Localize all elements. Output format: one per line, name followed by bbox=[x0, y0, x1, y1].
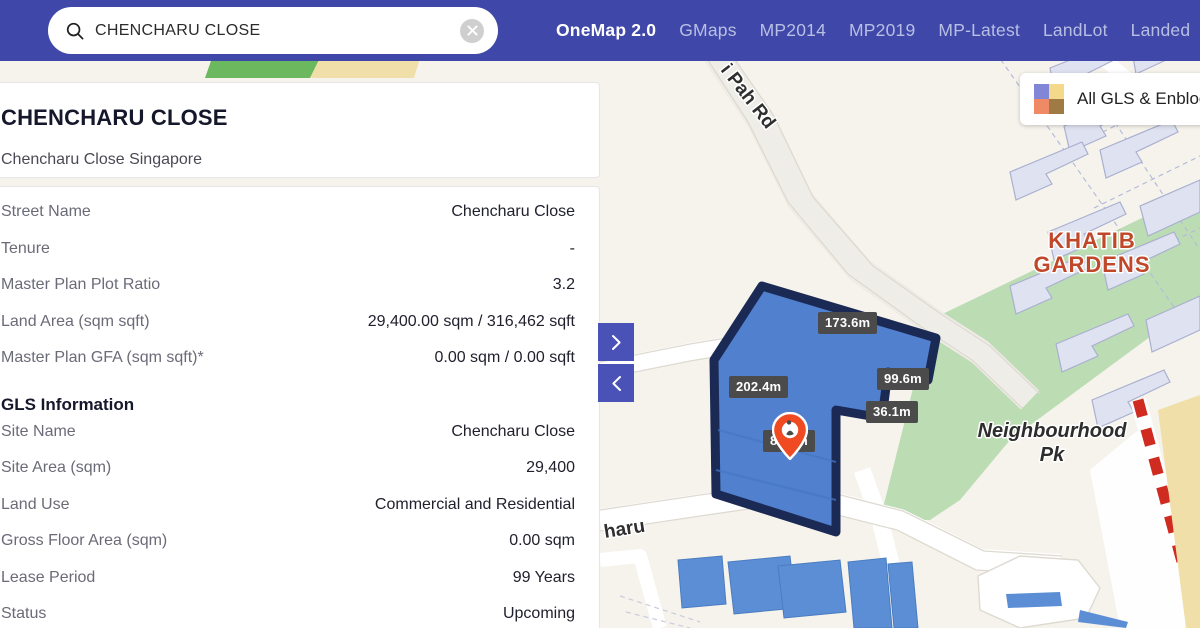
row-label: Lease Period bbox=[1, 568, 96, 586]
measurement-label-right-upper: 99.6m bbox=[877, 368, 929, 390]
panel-toggle-group bbox=[598, 323, 634, 402]
legend-swatch-icon bbox=[1034, 84, 1064, 114]
nav-item-onemap[interactable]: OneMap 2.0 bbox=[556, 20, 656, 41]
row-label: Status bbox=[1, 605, 47, 622]
search-box[interactable] bbox=[48, 7, 498, 54]
table-row: Site Area (sqm) 29,400 bbox=[1, 459, 575, 496]
panel-details-card[interactable]: Street Name Chencharu Close Tenure - Mas… bbox=[0, 186, 600, 628]
row-value: 0.00 sqm / 0.00 sqft bbox=[434, 349, 575, 366]
chevron-left-icon bbox=[611, 375, 621, 391]
row-value: Chencharu Close bbox=[451, 422, 575, 440]
nav-item-landlot[interactable]: LandLot bbox=[1043, 20, 1108, 41]
panel-prev-button[interactable] bbox=[598, 364, 634, 402]
nav-item-gmaps[interactable]: GMaps bbox=[679, 20, 736, 41]
row-label: Master Plan Plot Ratio bbox=[1, 276, 161, 293]
table-row: Lease Period 99 Years bbox=[1, 569, 575, 606]
chevron-right-icon bbox=[611, 334, 621, 350]
table-row: Master Plan GFA (sqm sqft)* 0.00 sqm / 0… bbox=[1, 349, 575, 386]
row-value: 3.2 bbox=[552, 276, 575, 293]
table-row: Street Name Chencharu Close bbox=[1, 203, 575, 240]
row-value: 29,400.00 sqm / 316,462 sqft bbox=[367, 312, 575, 330]
app-header: OneMap 2.0 GMaps MP2014 MP2019 MP-Latest… bbox=[0, 0, 1200, 61]
nav-item-mp2014[interactable]: MP2014 bbox=[760, 20, 826, 41]
legend-label: All GLS & Enbloc bbox=[1077, 89, 1200, 108]
gls-legend-chip[interactable]: All GLS & Enbloc bbox=[1020, 73, 1200, 125]
row-label: Street Name bbox=[1, 203, 91, 220]
search-input[interactable] bbox=[84, 21, 460, 40]
row-value: 99 Years bbox=[512, 568, 575, 586]
table-row: Gross Floor Area (sqm) 0.00 sqm bbox=[1, 532, 575, 569]
search-clear-button[interactable] bbox=[460, 18, 484, 43]
row-value: Upcoming bbox=[502, 605, 575, 622]
map-estate-label-line1: KHATIB bbox=[1048, 228, 1135, 253]
nav-item-landed[interactable]: Landed bbox=[1131, 20, 1191, 41]
row-label: Master Plan GFA (sqm sqft)* bbox=[1, 349, 204, 366]
row-value: - bbox=[569, 239, 575, 257]
map-park-label-line2: Pk bbox=[1040, 444, 1065, 466]
row-value: 0.00 sqm bbox=[509, 532, 575, 549]
panel-next-button[interactable] bbox=[598, 323, 634, 361]
location-pin-icon[interactable] bbox=[772, 412, 808, 460]
nav-item-mp2019[interactable]: MP2019 bbox=[849, 20, 915, 41]
measurement-label-top: 173.6m bbox=[818, 312, 878, 334]
table-row: Status Upcoming bbox=[1, 605, 575, 628]
main-nav: OneMap 2.0 GMaps MP2014 MP2019 MP-Latest… bbox=[556, 0, 1190, 61]
page-title: CHENCHARU CLOSE bbox=[1, 105, 228, 130]
row-label: Land Area (sqm sqft) bbox=[1, 312, 150, 330]
search-icon bbox=[66, 22, 84, 39]
map-park-label-line1: Neighbourhood bbox=[978, 420, 1128, 442]
gls-section-title: GLS Information bbox=[1, 394, 135, 414]
row-label: Land Use bbox=[1, 495, 70, 513]
property-info-panel: CHENCHARU CLOSE Chencharu Close Singapor… bbox=[0, 82, 600, 628]
row-value: 29,400 bbox=[526, 459, 575, 476]
map-estate-label-line2: GARDENS bbox=[1033, 252, 1150, 277]
row-label: Site Area (sqm) bbox=[1, 459, 112, 476]
measurement-label-right-lower: 36.1m bbox=[866, 401, 918, 423]
row-value: Commercial and Residential bbox=[374, 495, 575, 513]
row-label: Site Name bbox=[1, 422, 76, 440]
table-row: Site Name Chencharu Close bbox=[1, 423, 575, 460]
row-label: Gross Floor Area (sqm) bbox=[1, 532, 168, 549]
measurement-label-left: 202.4m bbox=[729, 376, 789, 398]
panel-header-card: CHENCHARU CLOSE Chencharu Close Singapor… bbox=[0, 82, 600, 178]
row-label: Tenure bbox=[1, 239, 50, 257]
table-row: Land Use Commercial and Residential bbox=[1, 496, 575, 533]
table-row: Land Area (sqm sqft) 29,400.00 sqm / 316… bbox=[1, 313, 575, 350]
map-strip-top bbox=[205, 58, 420, 78]
close-icon bbox=[466, 25, 478, 36]
table-row: Tenure - bbox=[1, 240, 575, 277]
panel-subtitle: Chencharu Close Singapore bbox=[1, 151, 203, 168]
nav-item-mp-latest[interactable]: MP-Latest bbox=[938, 20, 1020, 41]
row-value: Chencharu Close bbox=[451, 203, 575, 220]
table-row: Master Plan Plot Ratio 3.2 bbox=[1, 276, 575, 313]
